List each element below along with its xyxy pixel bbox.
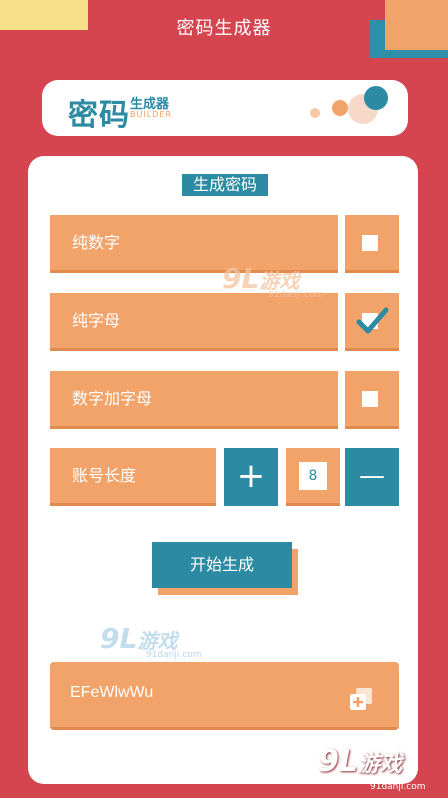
watermark-url: 91danji.com [370, 782, 426, 792]
decor-dot [364, 86, 388, 110]
checkbox-digits[interactable] [345, 215, 399, 273]
logo-sub-en-text: BUILDER [130, 110, 172, 119]
decor-dot [332, 100, 348, 116]
decrease-button[interactable]: — [345, 448, 399, 506]
watermark-logo: 9L游戏 [318, 744, 403, 779]
app-title: 密码生成器 [176, 18, 272, 39]
result-field[interactable]: EFeWlwWu [50, 662, 399, 730]
panel-title: 生成密码 [182, 174, 268, 196]
checkbox-empty-icon [362, 235, 378, 251]
generate-button[interactable]: 开始生成 [152, 542, 292, 588]
watermark-url: 91danji.com [146, 650, 202, 660]
check-icon [356, 307, 389, 334]
option-letters[interactable]: 纯字母 [50, 293, 338, 351]
checkbox-digits-letters[interactable] [345, 371, 399, 429]
increase-button[interactable]: + [224, 448, 278, 506]
option-digits-letters[interactable]: 数字加字母 [50, 371, 338, 429]
watermark-url: 91danji.com [268, 290, 324, 300]
logo-main-text: 密码 [68, 98, 130, 133]
length-label: 账号长度 [50, 448, 216, 506]
logo-card: 密码 生成器 BUILDER [42, 80, 408, 136]
result-text: EFeWlwWu [70, 684, 154, 701]
checkbox-letters[interactable] [345, 293, 399, 351]
copy-icon[interactable] [348, 686, 374, 712]
length-value: 8 [299, 462, 327, 490]
decor-dot [310, 108, 320, 118]
checkbox-empty-icon [362, 391, 378, 407]
length-value-box: 8 [286, 448, 340, 506]
